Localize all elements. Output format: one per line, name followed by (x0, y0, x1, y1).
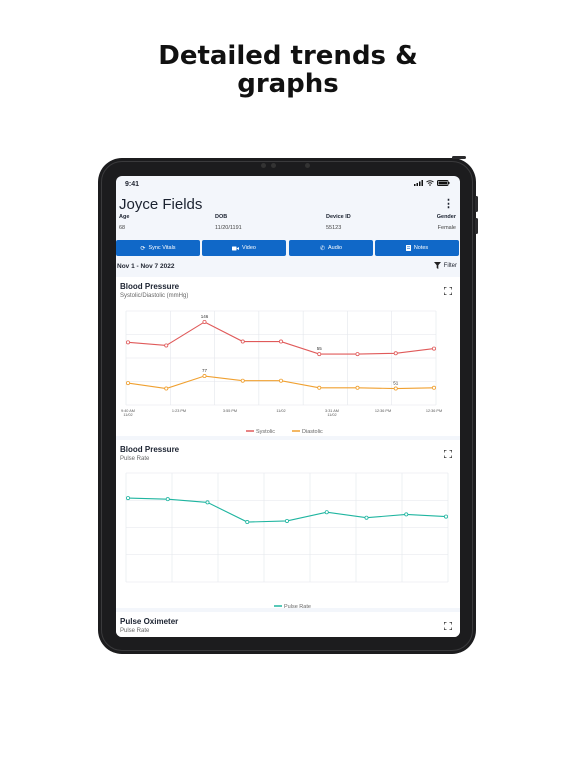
status-bar: 9:41 (116, 176, 460, 196)
button-label: Sync Vitals (148, 245, 176, 251)
data-point (324, 510, 329, 515)
card-title: Pulse Oximeter (120, 617, 179, 626)
x-tick-label: 11/02 (123, 413, 132, 417)
date-range[interactable]: Nov 1 - Nov 7 2022 (117, 263, 174, 270)
data-point (317, 385, 322, 390)
button-label: Notes (413, 245, 429, 251)
camera-icon (261, 163, 266, 168)
legend-label: Pulse Rate (284, 604, 311, 608)
info-device-id: Device ID 55123 (326, 214, 351, 231)
data-point (164, 343, 169, 348)
bp-chart-card: Blood Pressure Systolic/Diastolic (mmHg)… (116, 277, 460, 436)
wifi-icon (426, 180, 434, 186)
data-point (202, 374, 207, 379)
data-point (431, 385, 436, 390)
data-point (125, 340, 130, 345)
data-label: 146 (201, 314, 209, 319)
battery-icon (437, 180, 450, 186)
x-tick-label: 12:36 PM (426, 409, 442, 413)
card-subtitle: Pulse Rate (120, 628, 150, 634)
series-line (127, 321, 435, 355)
legend-label: Diastolic (302, 429, 323, 435)
button-label: Audio (327, 245, 343, 251)
pulse-line-chart: Pulse Rate (125, 472, 449, 608)
expand-icon[interactable] (444, 622, 452, 630)
info-label: Device ID (326, 214, 351, 220)
notes-icon (405, 245, 411, 251)
data-point (240, 378, 245, 383)
data-point (278, 339, 283, 344)
data-point (431, 346, 436, 351)
filter-label: Filter (443, 262, 457, 269)
filter-icon (433, 262, 441, 269)
power-button (452, 156, 466, 159)
data-label: 51 (393, 381, 399, 386)
patient-name: Joyce Fields (119, 196, 203, 213)
app-screen: 9:41 Joyce Fields ⋮ Age 68 DOB 11/20/119… (116, 176, 460, 637)
sync-icon: ⟳ (140, 245, 146, 252)
data-point (317, 352, 322, 357)
data-point (125, 381, 130, 386)
data-point (205, 500, 210, 505)
data-point (202, 319, 207, 324)
info-label: Age (119, 214, 130, 220)
phone-icon: ✆ (319, 245, 325, 252)
bp-line-chart: 14655Systolic7751Diastolic9:40 AM11/021:… (121, 310, 442, 435)
video-button[interactable]: Video (202, 240, 286, 256)
info-age: Age 68 (119, 214, 129, 231)
data-point (355, 352, 360, 357)
info-value: Female (437, 225, 456, 231)
series-line (127, 497, 447, 523)
button-label: Video (242, 245, 256, 251)
volume-button (475, 218, 478, 234)
signal-icon (414, 180, 423, 186)
sync-vitals-button[interactable]: ⟳ Sync Vitals (116, 240, 200, 256)
pulse-oximeter-card: Pulse Oximeter Pulse Rate (116, 612, 460, 637)
x-tick-label: 11/02 (327, 413, 336, 417)
data-point (284, 518, 289, 523)
headline-line-2: graphs (237, 69, 339, 99)
data-point (355, 385, 360, 390)
data-point (164, 386, 169, 391)
data-point (443, 514, 448, 519)
x-tick-label: 1:23 PM (172, 409, 186, 413)
info-value: 55123 (326, 225, 342, 231)
info-value: 11/20/1191 (215, 225, 242, 231)
info-dob: DOB 11/20/1191 (215, 214, 242, 231)
data-label: 55 (317, 346, 323, 351)
data-point (240, 339, 245, 344)
data-point (404, 512, 409, 517)
x-tick-label: 12:36 PM (375, 409, 391, 413)
notes-button[interactable]: Notes (375, 240, 459, 256)
data-point (393, 386, 398, 391)
data-point (393, 351, 398, 356)
x-tick-label: 11/02 (276, 409, 285, 413)
info-value: 68 (119, 225, 126, 231)
data-point (165, 497, 170, 502)
data-point (278, 378, 283, 383)
camera-icon (271, 163, 276, 168)
video-icon (232, 246, 240, 250)
pulse-chart-card: Blood Pressure Pulse Rate Pulse Rate (116, 440, 460, 608)
data-point (245, 520, 250, 525)
status-icons (414, 180, 450, 186)
action-bar: ⟳ Sync Vitals Video ✆ Audio Notes (116, 240, 460, 256)
filter-button[interactable]: Filter (433, 262, 457, 269)
volume-button (475, 196, 478, 212)
legend-label: Systolic (256, 429, 275, 435)
more-menu-icon[interactable]: ⋮ (443, 197, 454, 210)
headline-line-1: Detailed trends & (158, 41, 418, 71)
headline: Detailed trends & graphs (0, 42, 576, 98)
x-tick-label: 3:55 PM (223, 409, 237, 413)
data-point (125, 496, 130, 501)
camera-icon (305, 163, 310, 168)
info-label: Gender (436, 214, 456, 220)
data-label: 77 (202, 368, 208, 373)
data-point (364, 515, 369, 520)
info-label: DOB (215, 214, 228, 220)
audio-button[interactable]: ✆ Audio (289, 240, 373, 256)
status-time: 9:41 (125, 181, 140, 188)
info-gender: Gender Female (437, 214, 456, 231)
